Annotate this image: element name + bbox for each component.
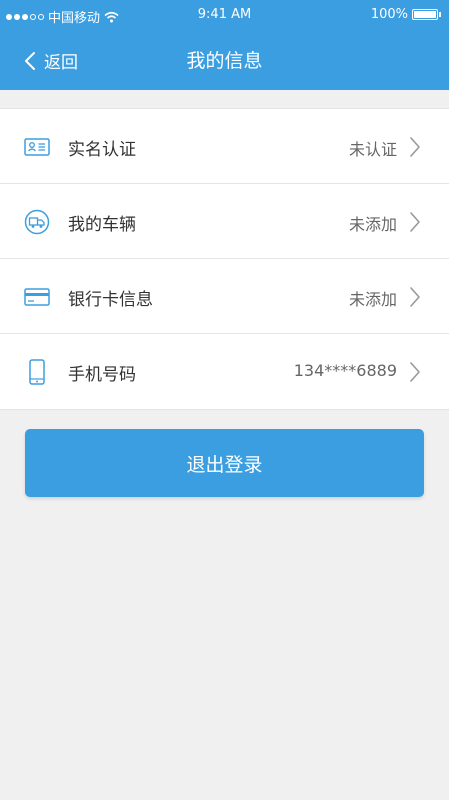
list-item-phone[interactable]: 手机号码 134****6889	[0, 334, 449, 409]
phone-icon	[29, 359, 45, 385]
list-item-label: 实名认证	[68, 140, 136, 160]
status-right: 100%	[371, 7, 441, 22]
list-item-label: 银行卡信息	[68, 290, 153, 310]
battery-fill	[414, 11, 436, 18]
id-card-icon	[24, 138, 50, 156]
chevron-right-icon	[410, 212, 420, 232]
chevron-right-icon	[410, 362, 420, 382]
header: 中国移动 9:41 AM 100% 返回 我的信息	[0, 0, 449, 90]
list-item-value: 134****6889	[293, 361, 397, 380]
logout-button[interactable]: 退出登录	[25, 429, 424, 497]
info-list: 实名认证 未认证 我的车辆 未添加 银行卡信息 未添加 手机号码 134****…	[0, 108, 449, 410]
list-item-label: 我的车辆	[68, 215, 136, 235]
list-item-value: 未认证	[348, 140, 397, 159]
list-item-label: 手机号码	[68, 365, 136, 385]
status-bar: 中国移动 9:41 AM 100%	[0, 0, 449, 30]
battery-body	[412, 9, 438, 20]
list-item-bank-card[interactable]: 银行卡信息 未添加	[0, 259, 449, 334]
page-title: 我的信息	[186, 50, 263, 72]
list-item-value: 未添加	[348, 290, 397, 309]
battery-percent: 100%	[370, 7, 408, 22]
battery-cap	[439, 12, 441, 17]
chevron-right-icon	[410, 287, 420, 307]
battery-icon	[412, 9, 441, 20]
list-item-vehicle[interactable]: 我的车辆 未添加	[0, 184, 449, 259]
chevron-right-icon	[410, 137, 420, 157]
truck-icon	[24, 209, 50, 235]
bank-card-icon	[24, 288, 50, 306]
list-item-value: 未添加	[348, 215, 397, 234]
list-item-real-name[interactable]: 实名认证 未认证	[0, 109, 449, 184]
